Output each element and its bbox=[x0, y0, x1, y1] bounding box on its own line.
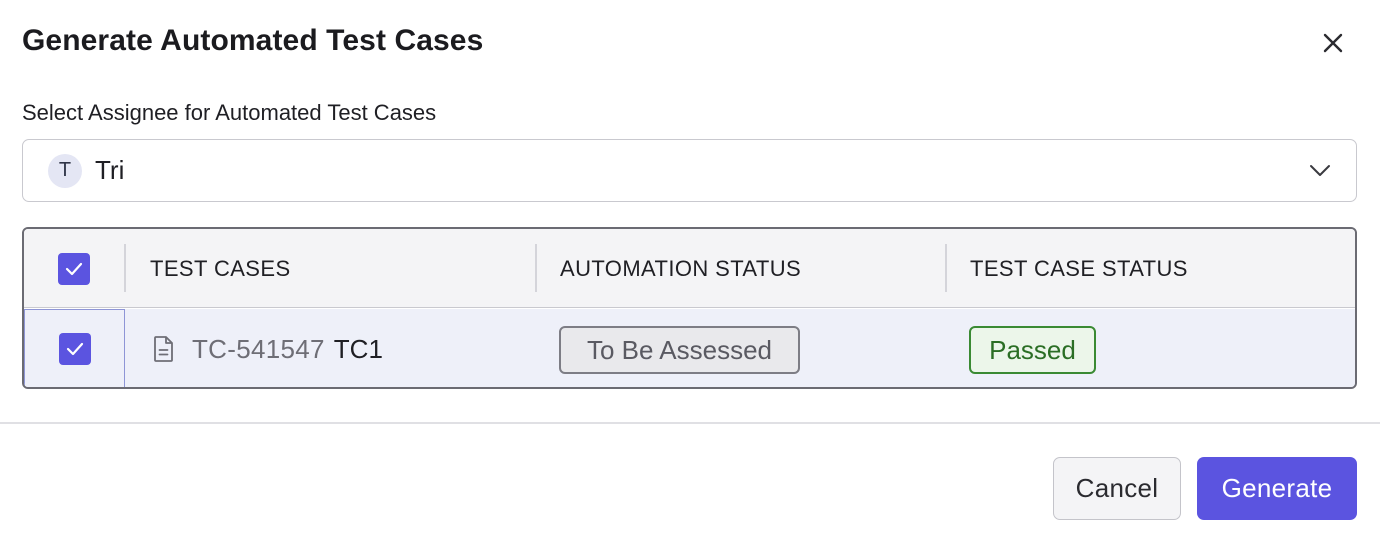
assignee-label: Select Assignee for Automated Test Cases bbox=[22, 100, 437, 125]
avatar: T bbox=[48, 153, 82, 188]
document-icon bbox=[154, 336, 173, 362]
test-case-status-badge: Passed bbox=[969, 326, 1096, 374]
select-all-checkbox[interactable] bbox=[58, 252, 90, 285]
test-case-key-link[interactable]: TC-541547 bbox=[192, 334, 325, 365]
close-icon bbox=[1323, 33, 1343, 53]
select-all-cell bbox=[58, 229, 90, 308]
checkmark-icon bbox=[66, 342, 83, 356]
chevron-down-icon bbox=[1310, 165, 1330, 176]
dialog-title: Generate Automated Test Cases bbox=[22, 24, 484, 57]
row-select-cell bbox=[24, 309, 125, 387]
assignee-selected-value: Tri bbox=[95, 155, 125, 185]
column-separator bbox=[535, 244, 537, 292]
assignee-select[interactable]: T Tri bbox=[22, 139, 1357, 202]
automation-status-badge: To Be Assessed bbox=[559, 326, 800, 374]
table-row[interactable]: TC-541547 TC1 To Be Assessed Passed bbox=[24, 309, 1355, 387]
column-separator bbox=[124, 244, 126, 292]
footer-divider bbox=[0, 422, 1380, 424]
table-header: TEST CASES AUTOMATION STATUS TEST CASE S… bbox=[24, 229, 1355, 308]
column-separator bbox=[945, 244, 947, 292]
row-checkbox[interactable] bbox=[58, 333, 91, 365]
test-case-cell: TC-541547 TC1 bbox=[152, 309, 383, 387]
header-automation-status: AUTOMATION STATUS bbox=[560, 255, 802, 281]
generate-button[interactable]: Generate bbox=[1197, 457, 1357, 520]
header-test-case-status: TEST CASE STATUS bbox=[970, 255, 1188, 281]
close-button[interactable] bbox=[1316, 26, 1350, 60]
test-cases-table: TEST CASES AUTOMATION STATUS TEST CASE S… bbox=[22, 227, 1357, 389]
cancel-button[interactable]: Cancel bbox=[1053, 457, 1181, 520]
generate-test-cases-dialog: Generate Automated Test Cases Select Ass… bbox=[0, 0, 1380, 545]
test-case-name: TC1 bbox=[333, 333, 383, 364]
header-test-cases: TEST CASES bbox=[150, 255, 291, 281]
checkmark-icon bbox=[65, 262, 83, 275]
